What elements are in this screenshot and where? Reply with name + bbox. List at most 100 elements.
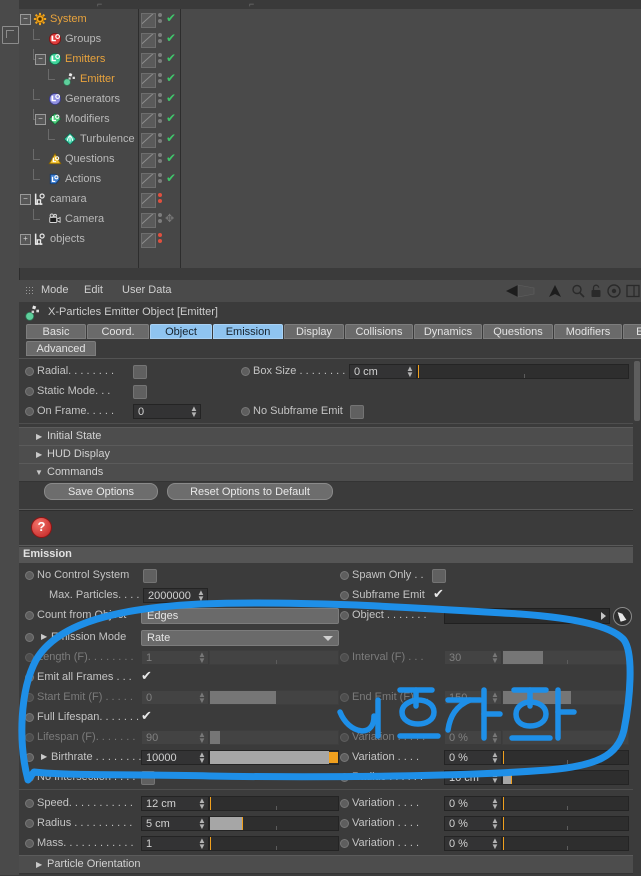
- lifespan-variation-stepper[interactable]: ▲ ▼: [491, 731, 499, 745]
- radius-variation-slider[interactable]: [502, 816, 629, 831]
- tab-coord[interactable]: Coord.: [87, 324, 149, 339]
- collapse-icon[interactable]: −: [20, 194, 31, 205]
- object-tree-row[interactable]: Groups: [19, 29, 138, 49]
- subframe-emit-anim-dot[interactable]: [340, 591, 349, 600]
- panel-icon[interactable]: [625, 283, 641, 299]
- enabled-check-icon[interactable]: ✔: [166, 132, 178, 145]
- object-mode-row[interactable]: [139, 229, 180, 249]
- tab-basic[interactable]: Basic: [26, 324, 86, 339]
- reset-options-button[interactable]: Reset Options to Default: [167, 483, 333, 500]
- object-layer-swatch[interactable]: [141, 133, 156, 148]
- max-particles-stepper[interactable]: ▲ ▼: [197, 589, 205, 603]
- object-mode-row[interactable]: ✔: [139, 9, 180, 29]
- visibility-dots-icon[interactable]: [158, 13, 163, 26]
- interval-slider[interactable]: [502, 650, 629, 665]
- object-layer-swatch[interactable]: [141, 233, 156, 248]
- start-emit-slider[interactable]: [209, 690, 339, 705]
- section-initial-state[interactable]: ▶ Initial State: [19, 427, 634, 446]
- length-slider[interactable]: [209, 650, 339, 665]
- interval-input[interactable]: 30 ▲ ▼: [444, 650, 502, 665]
- enabled-check-icon[interactable]: ✔: [166, 72, 178, 85]
- tab-editing[interactable]: Editing: [623, 324, 641, 339]
- length-input[interactable]: 1 ▲ ▼: [141, 650, 209, 665]
- birthrate-variation-input[interactable]: 0 % ▲ ▼: [444, 750, 502, 765]
- end-emit-anim-dot[interactable]: [340, 693, 349, 702]
- no-subframe-emit-checkbox[interactable]: [350, 405, 364, 419]
- no-control-system-anim-dot[interactable]: [25, 571, 34, 580]
- visibility-dots-icon[interactable]: [158, 113, 163, 126]
- count-from-object-anim-dot[interactable]: [25, 611, 34, 620]
- object-mode-row[interactable]: ✔: [139, 109, 180, 129]
- object-tree-row[interactable]: − Modifiers: [19, 109, 138, 129]
- speed-variation-slider[interactable]: [502, 796, 629, 811]
- object-tree-row[interactable]: − System: [19, 9, 138, 29]
- speed-input[interactable]: 12 cm ▲ ▼: [141, 796, 209, 811]
- enabled-check-icon[interactable]: ✔: [166, 92, 178, 105]
- emission-mode-anim-dot[interactable]: [25, 633, 34, 642]
- box-size-stepper[interactable]: ▲ ▼: [406, 365, 414, 379]
- birthrate-variation-slider[interactable]: [502, 750, 629, 765]
- start-emit-stepper[interactable]: ▲ ▼: [198, 691, 206, 705]
- length-stepper[interactable]: ▲ ▼: [198, 651, 206, 665]
- no-intersection-anim-dot[interactable]: [25, 773, 34, 782]
- emit-all-frames-anim-dot[interactable]: [25, 673, 34, 682]
- collapse-icon[interactable]: −: [35, 114, 46, 125]
- count-from-object-dropdown[interactable]: Edges: [141, 608, 339, 624]
- static-mode-checkbox[interactable]: [133, 385, 147, 399]
- visibility-dots-icon[interactable]: [158, 173, 163, 186]
- mass-anim-dot[interactable]: [25, 839, 34, 848]
- up-arrow-icon[interactable]: [547, 283, 563, 299]
- menu-mode[interactable]: Mode: [41, 284, 69, 296]
- radius-variation-anim-dot[interactable]: [340, 819, 349, 828]
- object-anim-dot[interactable]: [340, 611, 349, 620]
- tab-advanced[interactable]: Advanced: [26, 341, 96, 356]
- object-layer-swatch[interactable]: [141, 93, 156, 108]
- tab-display[interactable]: Display: [284, 324, 344, 339]
- mass-stepper[interactable]: ▲ ▼: [198, 837, 206, 851]
- on-frame-anim-dot[interactable]: [25, 407, 34, 416]
- object-layer-swatch[interactable]: [141, 73, 156, 88]
- search-icon[interactable]: [570, 283, 586, 299]
- full-lifespan-checkbox[interactable]: ✔: [141, 709, 152, 722]
- static-mode-anim-dot[interactable]: [25, 387, 34, 396]
- section-commands[interactable]: ▼ Commands: [19, 463, 634, 482]
- menu-user-data[interactable]: User Data: [122, 284, 172, 296]
- object-tree[interactable]: − System Groups − Emitters Emitter Generators −…: [19, 9, 139, 268]
- birthrate-anim-dot[interactable]: [25, 753, 34, 762]
- radius-anim-dot[interactable]: [25, 819, 34, 828]
- length-anim-dot[interactable]: [25, 653, 34, 662]
- save-options-button[interactable]: Save Options: [44, 483, 158, 500]
- max-particles-input[interactable]: 2000000 ▲ ▼: [143, 588, 208, 603]
- object-layer-swatch[interactable]: [141, 193, 156, 208]
- lifespan-variation-slider[interactable]: [502, 730, 629, 745]
- scrollbar-thumb[interactable]: [634, 361, 640, 421]
- interval-anim-dot[interactable]: [340, 653, 349, 662]
- mass-variation-stepper[interactable]: ▲ ▼: [491, 837, 499, 851]
- no-intersection-checkbox[interactable]: [141, 771, 155, 785]
- lifespan-variation-input[interactable]: 0 % ▲ ▼: [444, 730, 502, 745]
- panel-grip-icon[interactable]: [25, 286, 34, 296]
- tab-collisions[interactable]: Collisions: [345, 324, 413, 339]
- object-layer-swatch[interactable]: [141, 113, 156, 128]
- target-icon[interactable]: [606, 283, 622, 299]
- object-mode-columns[interactable]: ✔ ✔ ✔ ✔ ✔ ✔ ✔ ✔ ✔ ✥: [139, 9, 181, 268]
- full-lifespan-anim-dot[interactable]: [25, 713, 34, 722]
- radius-variation-input[interactable]: 0 % ▲ ▼: [444, 816, 502, 831]
- radius-top-stepper[interactable]: ▲ ▼: [491, 771, 499, 785]
- object-tree-row[interactable]: − Emitters: [19, 49, 138, 69]
- object-mode-row[interactable]: ✔: [139, 29, 180, 49]
- object-tree-row[interactable]: Emitter: [19, 69, 138, 89]
- enabled-check-icon[interactable]: ✔: [166, 12, 178, 25]
- spawn-only-anim-dot[interactable]: [340, 571, 349, 580]
- radius-slider[interactable]: [209, 816, 339, 831]
- visibility-dots-icon[interactable]: [158, 233, 163, 246]
- subframe-emit-checkbox[interactable]: ✔: [433, 587, 444, 600]
- no-subframe-emit-anim-dot[interactable]: [241, 407, 250, 416]
- speed-variation-stepper[interactable]: ▲ ▼: [491, 797, 499, 811]
- help-icon[interactable]: ?: [31, 517, 52, 538]
- object-tree-row[interactable]: + objects: [19, 229, 138, 249]
- object-tree-row[interactable]: Generators: [19, 89, 138, 109]
- enabled-check-icon[interactable]: ✔: [166, 152, 178, 165]
- visibility-dots-icon[interactable]: [158, 53, 163, 66]
- mass-variation-anim-dot[interactable]: [340, 839, 349, 848]
